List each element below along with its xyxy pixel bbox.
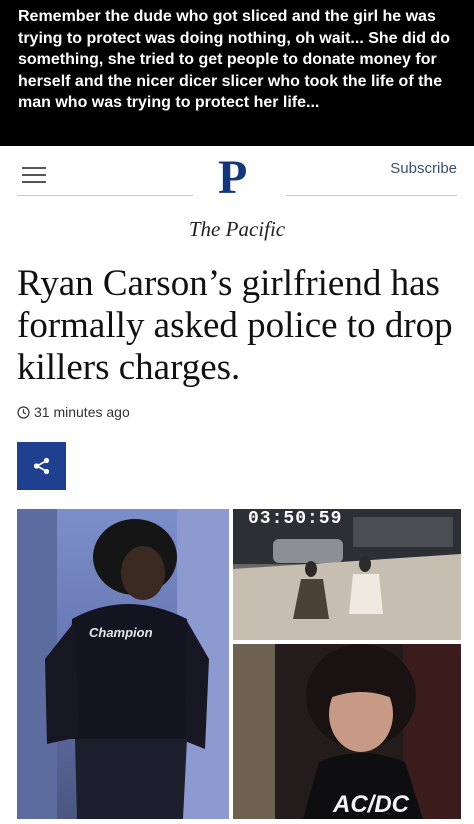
- timestamp-text: 31 minutes ago: [34, 404, 130, 420]
- band-shirt-text: AC/DC: [332, 791, 410, 818]
- cctv-still-photo: 03:50:59: [233, 509, 461, 640]
- publication-logo[interactable]: P: [218, 154, 247, 202]
- share-icon: [33, 457, 50, 475]
- subscribe-link[interactable]: Subscribe: [390, 160, 457, 177]
- article-screenshot: P Subscribe The Pacific Ryan Carson’s gi…: [0, 146, 474, 824]
- shirt-logo-text: Champion: [89, 625, 153, 640]
- header-divider-left: [17, 195, 193, 196]
- meme-caption-text: Remember the dude who got sliced and the…: [18, 8, 450, 111]
- suspect-photo-illustration: Champion: [17, 509, 229, 819]
- article-photo-collage: Champion 03:50:59 AC/DC: [17, 509, 461, 819]
- cctv-still-crop: [233, 644, 275, 819]
- publication-name: The Pacific: [188, 217, 286, 241]
- header-divider-right: [286, 195, 457, 196]
- cctv-timestamp: 03:50:59: [248, 509, 343, 529]
- suspect-photo: Champion: [17, 509, 229, 819]
- article-headline: Ryan Carson’s girlfriend has formally as…: [17, 263, 453, 388]
- share-button[interactable]: [17, 442, 66, 490]
- article-timestamp: 31 minutes ago: [17, 404, 130, 420]
- meme-caption-banner: Remember the dude who got sliced and the…: [0, 0, 474, 146]
- clock-icon: [17, 405, 30, 419]
- hamburger-menu-icon[interactable]: [22, 165, 46, 185]
